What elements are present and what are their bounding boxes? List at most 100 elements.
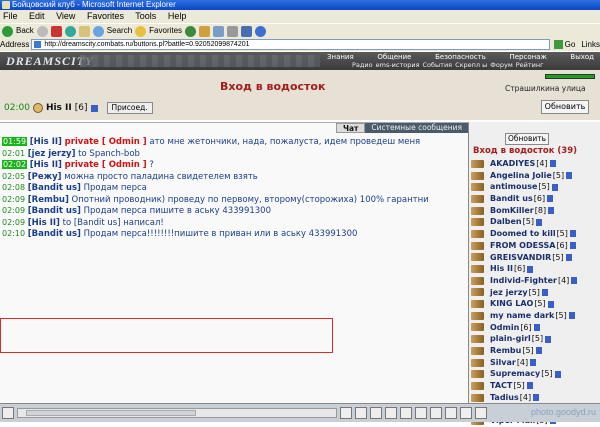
user-list-item[interactable]: Doomed to kill [5] — [471, 228, 599, 240]
menu-file[interactable]: File — [3, 11, 18, 21]
filter-icon[interactable] — [400, 407, 412, 419]
user-list-item[interactable]: my name dark [5] — [471, 310, 599, 322]
user-info-icon[interactable] — [548, 207, 555, 215]
user-list-item[interactable]: plain-girl [5] — [471, 333, 599, 345]
nav-scrolls[interactable]: Скрепл ы — [455, 61, 487, 69]
private-message-icon[interactable] — [471, 171, 484, 180]
user-list-item[interactable]: Individ-Fighter [4] — [471, 275, 599, 287]
private-message-icon[interactable] — [471, 370, 484, 379]
message-author[interactable]: [His II] — [28, 218, 60, 228]
message-author[interactable]: [Bandit us] — [28, 229, 81, 239]
street-link[interactable]: Страшилкина улица — [505, 84, 586, 93]
user-name[interactable]: Odmin — [490, 322, 519, 334]
user-name[interactable]: FROM ODESSA — [490, 240, 555, 252]
private-message-icon[interactable] — [471, 253, 484, 262]
private-message-icon[interactable] — [471, 194, 484, 203]
search-icon[interactable] — [92, 25, 104, 37]
scroll-right-icon[interactable] — [340, 407, 352, 419]
user-info-icon[interactable] — [527, 265, 534, 273]
refresh-users-button[interactable]: Обновить — [505, 133, 549, 145]
user-name[interactable]: GREISVANDIR — [490, 252, 551, 264]
private-message-icon[interactable] — [471, 241, 484, 250]
private-message-icon[interactable] — [471, 206, 484, 215]
search-button[interactable]: Search — [107, 24, 132, 38]
links-button[interactable]: Links — [581, 38, 600, 51]
private-message-icon[interactable] — [471, 311, 484, 320]
user-info-icon[interactable] — [533, 323, 540, 331]
user-list-item[interactable]: Angelina Jolie [5] — [471, 170, 599, 182]
user-list-item[interactable]: jez jerzy [5] — [471, 287, 599, 299]
user-info-icon[interactable] — [541, 288, 548, 296]
favorites-button[interactable]: Favorites — [149, 24, 182, 38]
user-name[interactable]: TACT — [490, 380, 512, 392]
user-info-icon[interactable] — [568, 312, 575, 320]
user-list-item[interactable]: Silvar [4] — [471, 357, 599, 369]
horizontal-scrollbar[interactable] — [17, 408, 337, 418]
user-info-icon[interactable] — [554, 370, 561, 378]
user-name[interactable]: jez jerzy — [490, 287, 528, 299]
print-icon[interactable] — [227, 25, 239, 37]
user-name[interactable]: Angelina Jolie — [490, 170, 552, 182]
user-list-item[interactable]: Supremacy [5] — [471, 368, 599, 380]
user-name[interactable]: AKADIYES — [490, 158, 535, 170]
user-info-icon[interactable] — [533, 394, 540, 402]
user-list-item[interactable]: KING LAO [5] — [471, 298, 599, 310]
user-name[interactable]: Dalben — [490, 216, 522, 228]
private-message-icon[interactable] — [471, 218, 484, 227]
user-name[interactable]: Silvar — [490, 357, 516, 369]
nav-exit[interactable]: Выход — [570, 53, 594, 61]
music-icon[interactable] — [445, 407, 457, 419]
private-message-icon[interactable] — [471, 381, 484, 390]
nav-character[interactable]: Персонаж — [509, 53, 546, 61]
user-info-icon[interactable] — [565, 253, 572, 261]
private-message-icon[interactable] — [471, 323, 484, 332]
private-message-icon[interactable] — [471, 300, 484, 309]
stop-icon[interactable] — [50, 25, 62, 37]
user-list-item[interactable]: TACT [5] — [471, 380, 599, 392]
word-icon[interactable] — [241, 25, 253, 37]
user-info-icon[interactable] — [535, 347, 542, 355]
user-list-item[interactable]: Tadius [4] — [471, 392, 599, 404]
private-message-icon[interactable] — [471, 346, 484, 355]
private-tag[interactable]: private [ Odmin ] — [65, 137, 147, 147]
private-message-icon[interactable] — [471, 159, 484, 168]
private-message-icon[interactable] — [471, 265, 484, 274]
message-author[interactable]: [His II] — [30, 137, 62, 147]
user-name[interactable]: my name dark — [490, 310, 554, 322]
user-info-icon[interactable] — [547, 195, 554, 203]
scroll-left-icon[interactable] — [2, 407, 14, 419]
menu-help[interactable]: Help — [168, 11, 187, 21]
user-list-item[interactable]: His II [6] — [471, 263, 599, 275]
user-info-icon[interactable] — [545, 335, 552, 343]
message-author[interactable]: [Bandit us] — [28, 183, 81, 193]
private-message-icon[interactable] — [471, 183, 484, 192]
address-input[interactable]: http://dreamscity.combats.ru/buttons.pl?… — [31, 39, 550, 50]
user-name[interactable]: BomKiller — [490, 205, 534, 217]
private-message-icon[interactable] — [471, 358, 484, 367]
scrollbar-thumb[interactable] — [26, 410, 196, 416]
refresh-location-button[interactable]: Обновить — [541, 100, 589, 114]
fight-icon[interactable] — [460, 407, 472, 419]
user-list-item[interactable]: Dalben [5] — [471, 216, 599, 228]
user-name[interactable]: antimouse — [490, 181, 537, 193]
sound-icon[interactable] — [415, 407, 427, 419]
user-list-item[interactable]: AKADIYES [4] — [471, 158, 599, 170]
mail-icon[interactable] — [213, 25, 225, 37]
nav-events[interactable]: События — [423, 61, 453, 69]
nav-history[interactable]: ems-история — [376, 61, 420, 69]
history-icon[interactable] — [199, 25, 211, 37]
user-list-item[interactable]: Rembu [5] — [471, 345, 599, 357]
private-message-icon[interactable] — [471, 288, 484, 297]
user-info-icon[interactable] — [535, 218, 542, 226]
user-name[interactable]: KING LAO — [490, 298, 533, 310]
back-button[interactable]: Back — [16, 24, 34, 38]
smiles-icon[interactable] — [370, 407, 382, 419]
user-name[interactable]: His II — [490, 263, 513, 275]
user-name[interactable]: Tadius — [490, 392, 519, 404]
refresh-icon[interactable] — [64, 25, 76, 37]
forward-arrow-icon[interactable] — [36, 25, 48, 37]
home-icon[interactable] — [78, 25, 90, 37]
exit-icon[interactable] — [475, 407, 487, 419]
menu-view[interactable]: View — [56, 11, 75, 21]
user-info-icon[interactable] — [549, 160, 556, 168]
